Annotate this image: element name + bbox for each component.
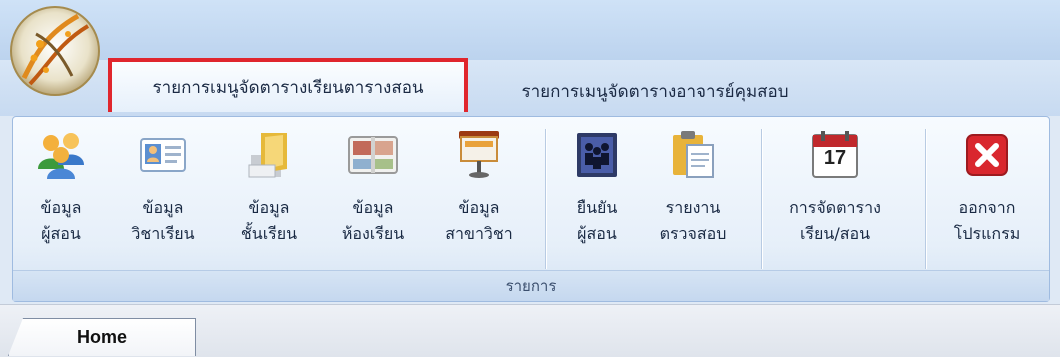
- ribbon-panel: ข้อมูล ผู้สอน ข้อมูล วิชาเรียน ข้อมูล ชั…: [12, 116, 1050, 302]
- room-info-label-2: ห้องเรียน: [341, 224, 405, 243]
- calendar-day-number: 17: [823, 147, 847, 169]
- tab-class-schedule-menu-label: รายการเมนูจัดตารางเรียนตารางสอน: [152, 77, 424, 98]
- schedule-arrangement-label-2: เรียน/สอน: [799, 224, 871, 243]
- class-info-label-1: ข้อมูล: [248, 198, 290, 217]
- teacher-info-label-2: ผู้สอน: [41, 224, 81, 243]
- title-bar: [0, 0, 1060, 60]
- presentation-board-icon: [453, 129, 505, 181]
- ribbon-separator: [761, 129, 762, 269]
- schedule-arrangement-label-1: การจัดตาราง: [789, 198, 881, 217]
- class-info-label-2: ชั้นเรียน: [240, 224, 298, 243]
- tab-home[interactable]: Home: [8, 318, 196, 356]
- department-info-label-2: สาขาวิชา: [445, 224, 513, 243]
- group-book-icon: [571, 129, 623, 181]
- teacher-info-label-1: ข้อมูล: [40, 198, 82, 217]
- subject-info-label-1: ข้อมูล: [142, 198, 184, 217]
- ribbon-group-label: รายการ: [13, 270, 1049, 301]
- department-info-label-1: ข้อมูล: [458, 198, 500, 217]
- room-info-button[interactable]: ข้อมูล ห้องเรียน: [325, 129, 421, 247]
- exit-program-label-2: โปรแกรม: [953, 224, 1021, 243]
- subject-info-button[interactable]: ข้อมูล วิชาเรียน: [115, 129, 211, 247]
- confirm-teacher-button[interactable]: ยืนยัน ผู้สอน: [549, 129, 645, 247]
- check-report-label-1: รายงาน: [665, 198, 721, 217]
- clipboard-icon: [667, 129, 719, 181]
- department-info-button[interactable]: ข้อมูล สาขาวิชา: [431, 129, 527, 247]
- room-info-label-1: ข้อมูล: [352, 198, 394, 217]
- exit-icon: [961, 129, 1013, 181]
- tab-exam-proctor-menu-label: รายการเมนูจัดตารางอาจารย์คุมสอบ: [521, 81, 789, 102]
- exit-program-label-1: ออกจาก: [958, 198, 1016, 217]
- ribbon-group-label-text: รายการ: [505, 277, 557, 295]
- class-info-button[interactable]: ข้อมูล ชั้นเรียน: [221, 129, 317, 247]
- users-icon: [35, 129, 87, 181]
- ribbon-separator: [545, 129, 546, 269]
- confirm-teacher-label-2: ผู้สอน: [577, 224, 617, 243]
- exit-program-button[interactable]: ออกจาก โปรแกรม: [939, 129, 1035, 247]
- tab-exam-proctor-menu[interactable]: รายการเมนูจัดตารางอาจารย์คุมสอบ: [490, 68, 820, 114]
- folder-icon: [243, 129, 295, 181]
- contact-card-icon: [137, 129, 189, 181]
- app-logo-icon[interactable]: [6, 4, 104, 98]
- calendar-icon: 17: [809, 129, 861, 181]
- schedule-arrangement-button[interactable]: 17 การจัดตาราง เรียน/สอน: [765, 129, 905, 247]
- check-report-label-2: ตรวจสอบ: [659, 224, 727, 243]
- tab-home-label: Home: [76, 327, 127, 347]
- teacher-info-button[interactable]: ข้อมูล ผู้สอน: [13, 129, 109, 247]
- check-report-button[interactable]: รายงาน ตรวจสอบ: [645, 129, 741, 247]
- ribbon-separator: [925, 129, 926, 269]
- subject-info-label-2: วิชาเรียน: [131, 224, 195, 243]
- photo-album-icon: [347, 129, 399, 181]
- tab-class-schedule-menu[interactable]: รายการเมนูจัดตารางเรียนตารางสอน: [108, 58, 468, 112]
- confirm-teacher-label-1: ยืนยัน: [576, 198, 618, 217]
